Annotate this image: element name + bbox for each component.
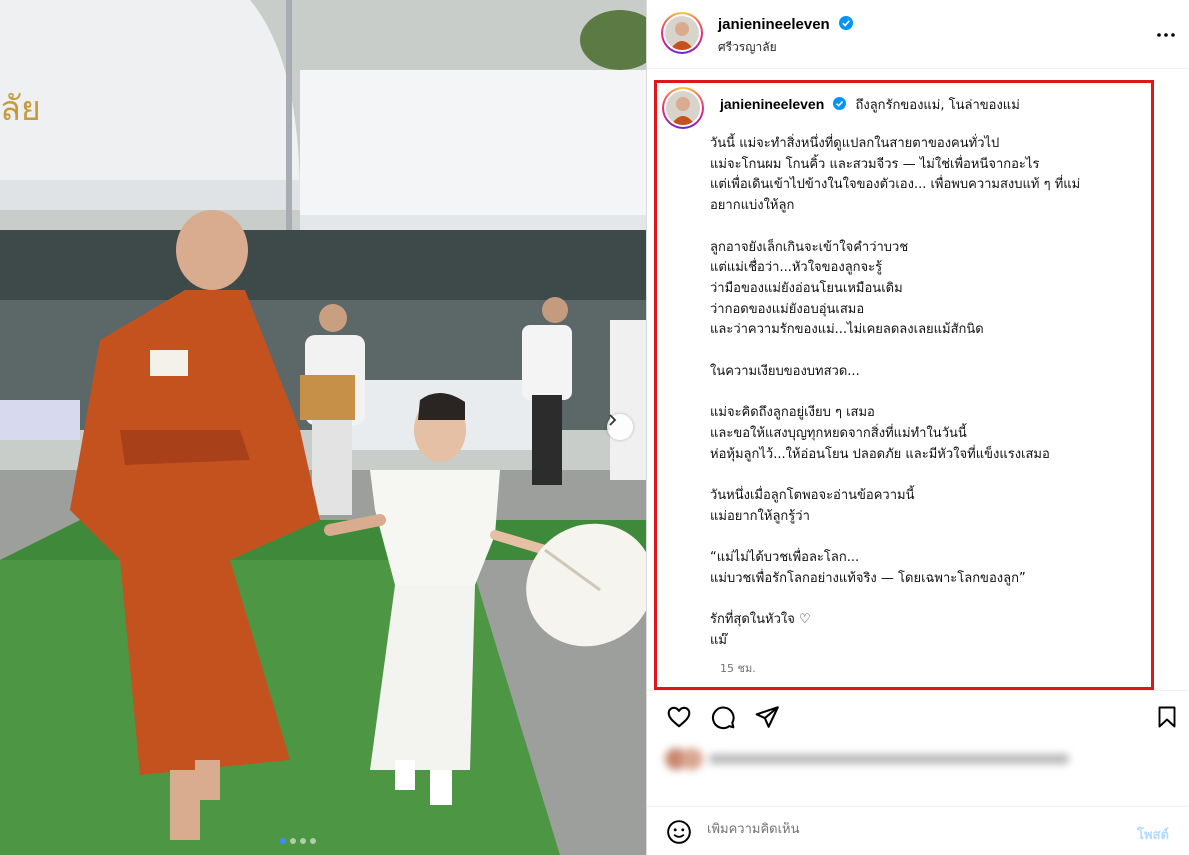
caption-title: ถึงลูกรักของแม่, โนล่าของแม่ <box>855 98 1020 113</box>
share-button[interactable] <box>754 704 780 730</box>
carousel-dot <box>290 838 296 844</box>
caption-line: แม่อยากให้ลูกรู้ว่า <box>710 508 810 524</box>
svg-text:ลัย: ลัย <box>0 89 41 129</box>
caption-line: ลูกอาจยังเล็กเกินจะเข้าใจคำว่าบวช <box>710 239 909 255</box>
caption-text: วันนี้ แม่จะทำสิ่งหนึ่งที่ดูแปลกในสายตาข… <box>710 134 1140 651</box>
comment-input[interactable] <box>707 822 1087 837</box>
comment-icon <box>711 706 735 730</box>
heart-icon <box>667 706 691 728</box>
caption-line: รักที่สุดในหัวใจ ♡ <box>710 612 811 628</box>
caption-line: ในความเงียบของบทสวด... <box>710 363 860 379</box>
carousel-dot <box>300 838 306 844</box>
chevron-right-icon <box>609 414 617 426</box>
caption-line: ว่ากอดของแม่ยังอบอุ่นเสมอ <box>710 301 865 317</box>
caption-line: “แม่ไม่ได้บวชเพื่อละโลก... <box>710 549 860 565</box>
post-comment-button[interactable]: โพสต์ <box>1137 824 1169 845</box>
caption-line: ว่ามือของแม่ยังอ่อนโยนเหมือนเดิม <box>710 280 903 296</box>
more-options-button[interactable] <box>1153 22 1179 48</box>
avatar-image <box>665 16 699 50</box>
emoji-icon <box>667 820 691 844</box>
post-location[interactable]: ศรีวรญาลัย <box>718 38 777 57</box>
carousel-indicator <box>280 838 316 844</box>
post-author-username[interactable]: janienineeleven <box>718 16 830 33</box>
post-sidebar: janienineeleven ศรีวรญาลัย janienineelev… <box>646 0 1189 855</box>
save-button[interactable] <box>1155 704 1181 730</box>
caption-line: แม่จะคิดถึงลูกอยู่เงียบ ๆ เสมอ <box>710 405 875 421</box>
caption-line: แต่เพื่อเดินเข้าไปข้างในใจของตัวเอง... เ… <box>710 177 1081 193</box>
send-icon <box>755 706 779 728</box>
caption-line: ห่อหุ้มลูกไว้...ให้อ่อนโยน ปลอดภัย และมี… <box>710 446 1050 462</box>
caption-username[interactable]: janienineeleven <box>720 96 824 112</box>
caption-avatar[interactable] <box>662 87 704 129</box>
caption-header: janienineeleven ถึงลูกรักของแม่, โนล่าขอ… <box>720 94 1020 117</box>
caption-line: แม่บวชเพื่อรักโลกอย่างแท้จริง — โดยเฉพาะ… <box>710 570 1026 586</box>
avatar[interactable] <box>661 12 703 54</box>
post-photo[interactable]: ลัย <box>0 0 646 855</box>
caption-line: วันหนึ่งเมื่อลูกโตพอจะอ่านข้อความนี้ <box>710 487 915 503</box>
emoji-button[interactable] <box>666 819 692 845</box>
carousel-dot <box>310 838 316 844</box>
caption-line: และขอให้แสงบุญทุกหยดจากสิ่งที่แม่ทำในวัน… <box>710 425 967 441</box>
caption-line: วันนี้ แม่จะทำสิ่งหนึ่งที่ดูแปลกในสายตาข… <box>710 136 1000 151</box>
caption-line: และว่าความรักของแม่...ไม่เคยลดลงเลยแม้สั… <box>710 322 984 338</box>
like-button[interactable] <box>666 704 692 730</box>
add-comment-bar: โพสต์ <box>647 806 1189 855</box>
action-bar <box>647 690 1189 742</box>
carousel-dot <box>280 838 286 844</box>
photo-scene: ลัย <box>0 0 646 855</box>
comment-button[interactable] <box>710 704 736 730</box>
avatar-image <box>666 91 700 125</box>
caption-line: แม่จะโกนผม โกนคิ้ว และสวมจีวร — ไม่ใช่เพ… <box>710 156 1040 172</box>
carousel-next-button[interactable] <box>607 414 633 440</box>
post-header: janienineeleven ศรีวรญาลัย <box>647 0 1189 69</box>
likes-summary-blurred <box>665 748 1085 770</box>
post-time-ago[interactable]: 15 ชม. <box>720 659 756 677</box>
bookmark-icon <box>1158 706 1176 728</box>
caption-line: แม๊ <box>710 632 727 648</box>
more-icon <box>1157 33 1175 37</box>
caption-line: แต่แม่เชื่อว่า...หัวใจของลูกจะรู้ <box>710 260 883 276</box>
caption-line: อยากแบ่งให้ลูก <box>710 198 795 214</box>
verified-badge-icon <box>838 15 853 34</box>
verified-badge-icon <box>833 95 847 114</box>
